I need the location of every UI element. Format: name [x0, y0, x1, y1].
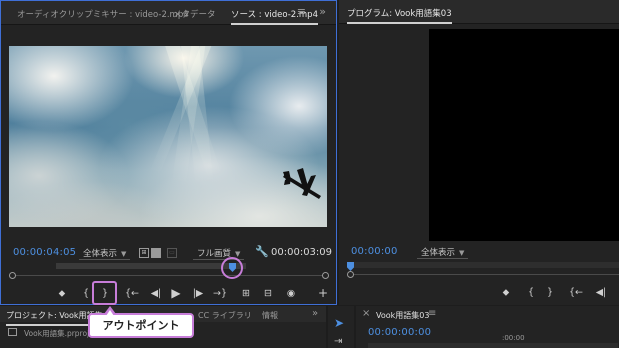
add-button[interactable]: +	[316, 287, 330, 299]
more-panels-icon[interactable]: »	[312, 308, 318, 319]
program-mark-in-button[interactable]: {	[524, 287, 538, 299]
program-zoom-bar[interactable]	[351, 274, 619, 275]
export-frame-button[interactable]: ◉	[284, 288, 298, 300]
program-canvas-margin	[339, 24, 429, 244]
more-panels-icon[interactable]: »	[319, 5, 326, 18]
mark-in-button[interactable]: {	[79, 288, 93, 300]
drag-video-icon[interactable]: ▭	[167, 248, 177, 258]
tab-program[interactable]: プログラム: Vook用語集03	[347, 7, 452, 24]
airplane-silhouette	[283, 168, 321, 199]
timeline-panel: × Vook用語集03 ≡ 00:00:00:00 :00:00	[356, 306, 619, 348]
tools-panel: ➤ ⇥	[328, 306, 354, 348]
source-zoom-bar[interactable]	[13, 275, 325, 276]
chevron-down-icon: ▼	[459, 249, 465, 257]
source-in-out-range	[56, 263, 246, 269]
close-icon[interactable]: ×	[362, 308, 370, 319]
play-button[interactable]: ▶	[169, 287, 183, 299]
project-file-name[interactable]: Vook用語集.prproj	[24, 328, 89, 339]
out-point-marker-highlight	[221, 257, 243, 279]
program-go-to-in-button[interactable]: {←	[569, 287, 583, 299]
panel-menu-icon[interactable]: ≡	[297, 5, 306, 18]
track-select-tool-icon[interactable]: ⇥	[334, 336, 342, 347]
go-to-in-button[interactable]: {←	[125, 288, 139, 300]
program-monitor-panel: プログラム: Vook用語集03 00:00:00 全体表示 ▼ ⬥ { } {←…	[339, 0, 619, 305]
zoom-bar-right-handle[interactable]	[322, 272, 329, 279]
overwrite-clip-icon[interactable]	[151, 248, 161, 258]
source-video-frame	[9, 46, 327, 227]
mark-out-button-highlight	[92, 281, 117, 305]
add-marker-button[interactable]: ⬥	[55, 288, 69, 300]
chevron-down-icon: ▼	[121, 250, 127, 258]
program-playhead[interactable]	[347, 262, 354, 271]
selection-tool-icon[interactable]: ➤	[334, 316, 344, 330]
step-back-button[interactable]: ◀|	[149, 288, 163, 300]
out-point-callout: アウトポイント	[88, 306, 194, 338]
timeline-track-controls	[368, 343, 618, 348]
insert-clip-icon[interactable]: ⊞	[139, 248, 149, 258]
timeline-timecode[interactable]: 00:00:00:00	[368, 327, 431, 338]
program-time-ruler[interactable]	[351, 262, 619, 268]
source-duration-timecode: 00:00:03:09	[271, 247, 333, 258]
program-mark-out-button[interactable]: }	[543, 287, 557, 299]
tab-cc-libraries[interactable]: CC ライブラリ	[198, 310, 252, 321]
source-zoom-value: 全体表示	[83, 249, 118, 259]
wrench-icon[interactable]: 🔧	[255, 245, 269, 258]
go-to-out-button[interactable]: →}	[213, 288, 227, 300]
zoom-bar-left-handle[interactable]	[9, 272, 16, 279]
source-tab-bar: オーディオクリップミキサー : video-2.mp4 メタデータ ソース : …	[1, 1, 336, 25]
overwrite-button[interactable]: ⊟	[261, 288, 275, 300]
program-step-back-button[interactable]: ◀|	[594, 287, 608, 299]
program-zoom-value: 全体表示	[421, 248, 456, 258]
program-tab-bar: プログラム: Vook用語集03	[339, 0, 619, 24]
source-playhead-timecode[interactable]: 00:00:04:05	[13, 247, 76, 258]
program-video-frame	[429, 29, 619, 241]
project-file-icon	[8, 328, 17, 336]
program-zoom-bar-left-handle[interactable]	[347, 271, 354, 278]
program-zoom-dropdown[interactable]: 全体表示 ▼	[417, 245, 469, 259]
tab-sequence[interactable]: Vook用語集03	[376, 310, 429, 321]
tab-audio-clip-mixer[interactable]: オーディオクリップミキサー : video-2.mp4	[17, 8, 189, 20]
insert-button[interactable]: ⊞	[239, 288, 253, 300]
tab-metadata[interactable]: メタデータ	[173, 8, 216, 20]
timeline-ruler-label: :00:00	[502, 334, 525, 342]
callout-label: アウトポイント	[102, 319, 180, 332]
step-forward-button[interactable]: |▶	[191, 288, 205, 300]
program-playhead-timecode[interactable]: 00:00:00	[351, 246, 398, 257]
source-zoom-dropdown[interactable]: 全体表示 ▼	[79, 246, 131, 260]
tab-info[interactable]: 情報	[262, 310, 278, 321]
panel-menu-icon[interactable]: ≡	[428, 308, 436, 319]
source-monitor-panel: オーディオクリップミキサー : video-2.mp4 メタデータ ソース : …	[0, 0, 337, 305]
program-add-marker-button[interactable]: ⬥	[499, 287, 513, 299]
